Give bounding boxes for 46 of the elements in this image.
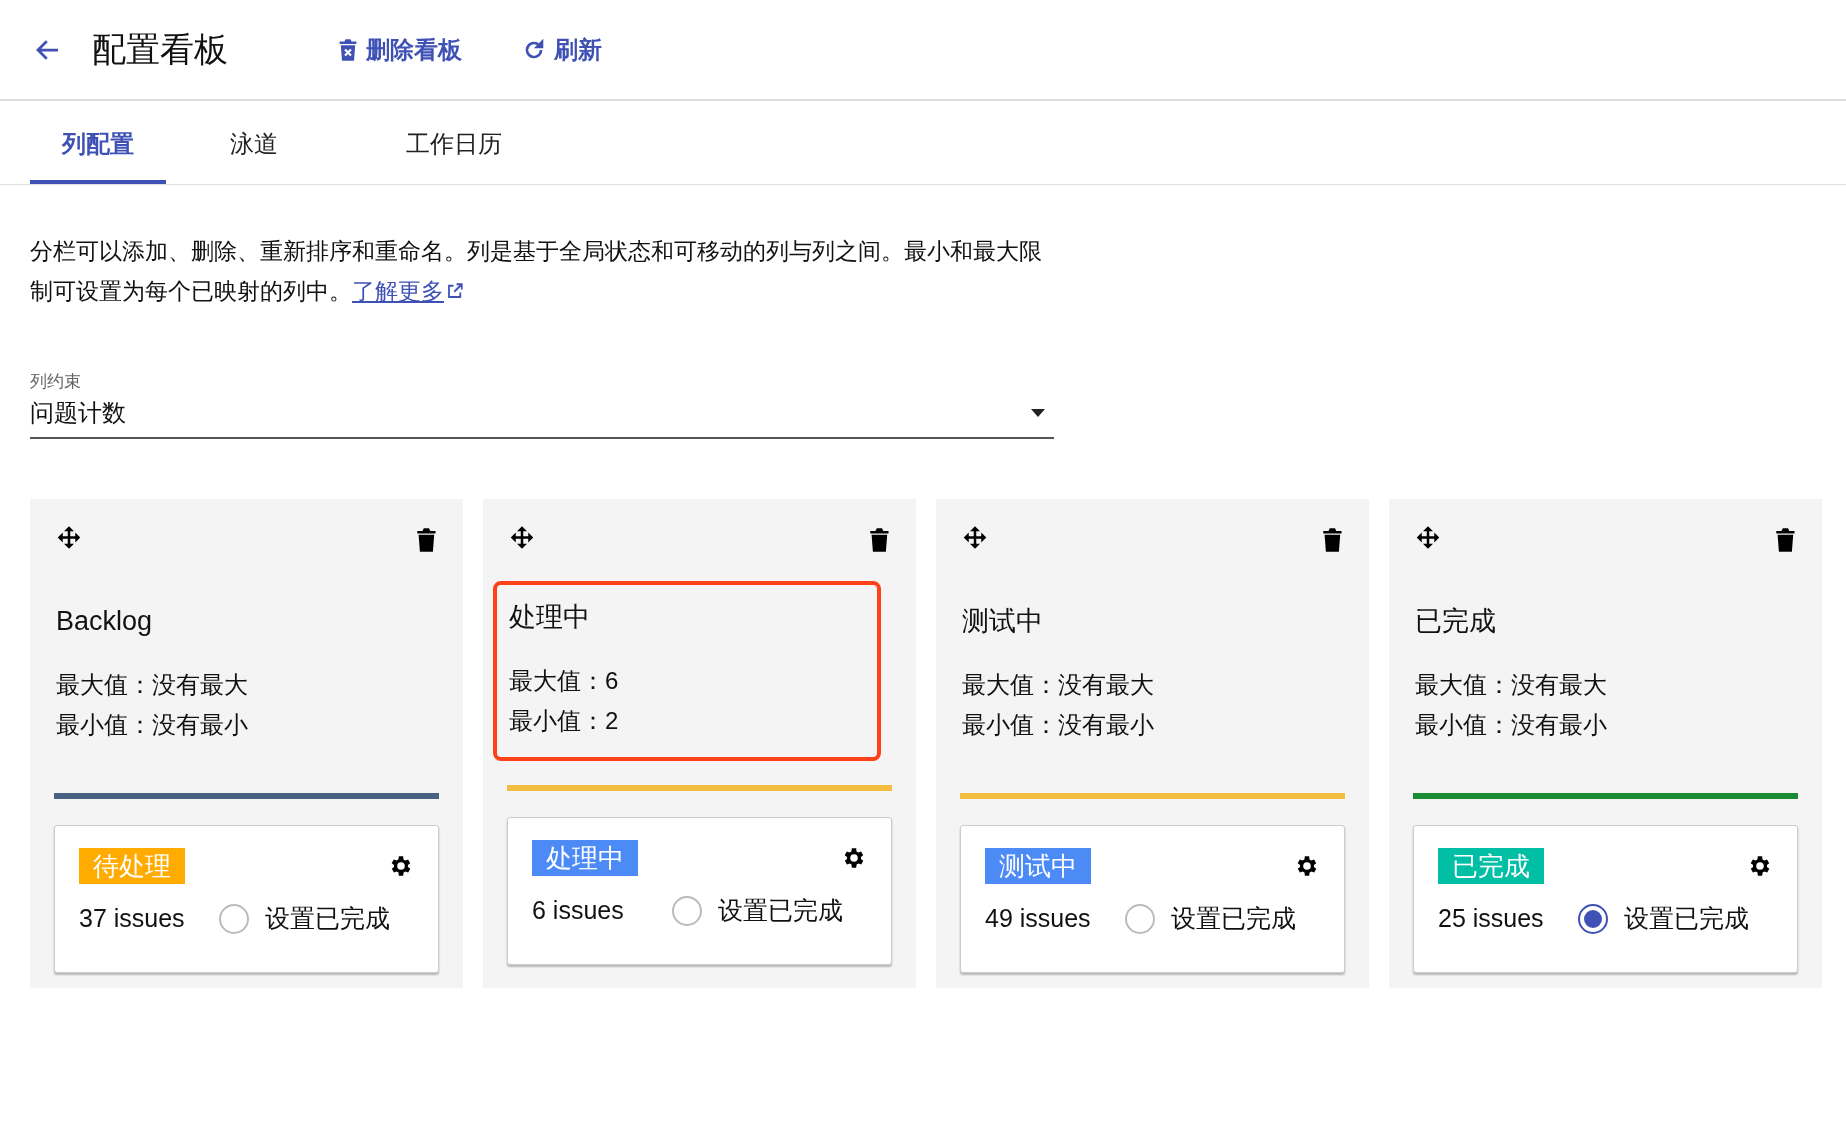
- column-constraint-select[interactable]: 列约束 问题计数: [30, 369, 1054, 439]
- refresh-button[interactable]: 刷新: [522, 31, 602, 68]
- tab[interactable]: 泳道: [166, 101, 342, 184]
- issue-count: 37 issues: [79, 903, 186, 934]
- max-limit-text: 最大值：没有最大: [1415, 670, 1608, 700]
- done-label: 设置已完成: [1171, 903, 1296, 934]
- max-limit-text: 最大值：没有最大: [56, 670, 249, 700]
- done-label: 设置已完成: [1624, 903, 1749, 934]
- done-label: 设置已完成: [265, 903, 390, 934]
- issue-count: 49 issues: [985, 903, 1092, 934]
- description-text: 分栏可以添加、删除、重新排序和重命名。列是基于全局状态和可移动的列与列之间。最小和最大限制可设置为每个已映射的列中。了解更多: [30, 231, 1060, 311]
- done-radio[interactable]: [219, 903, 249, 934]
- delete-board-button[interactable]: 删除看板: [338, 31, 462, 68]
- select-label: 列约束: [30, 371, 82, 393]
- done-radio[interactable]: [672, 895, 702, 926]
- trash-icon[interactable]: [416, 526, 437, 553]
- status-tag: 测试中: [985, 848, 1091, 884]
- learn-more-link[interactable]: 了解更多: [352, 271, 464, 311]
- min-limit-text: 最小值：没有最小: [1415, 710, 1608, 740]
- trash-icon[interactable]: [869, 526, 890, 553]
- done-label: 设置已完成: [718, 895, 843, 926]
- issue-count: 6 issues: [532, 895, 625, 926]
- trash-icon[interactable]: [1775, 526, 1796, 553]
- status-tag: 待处理: [79, 848, 185, 884]
- max-limit-text: 最大值：6: [509, 666, 620, 696]
- status-tag: 处理中: [532, 840, 638, 876]
- page-title: 配置看板: [92, 29, 228, 70]
- dropdown-caret-icon: [1030, 407, 1046, 418]
- select-value: 问题计数: [30, 397, 126, 428]
- column-title: 处理中: [509, 600, 591, 634]
- min-limit-text: 最小值：没有最小: [962, 710, 1155, 740]
- min-limit-text: 最小值：2: [509, 706, 620, 736]
- issue-count: 25 issues: [1438, 903, 1545, 934]
- trash-icon: [338, 37, 358, 62]
- external-link-icon: [446, 282, 464, 300]
- trash-icon[interactable]: [1322, 526, 1343, 553]
- tab[interactable]: 列配置: [30, 101, 166, 184]
- tab[interactable]: 工作日历: [342, 101, 566, 184]
- status-tag: 已完成: [1438, 848, 1544, 884]
- done-radio[interactable]: [1578, 903, 1608, 934]
- max-limit-text: 最大值：没有最大: [962, 670, 1155, 700]
- column-title: 测试中: [962, 604, 1044, 638]
- column-title: Backlog: [56, 604, 154, 638]
- min-limit-text: 最小值：没有最小: [56, 710, 249, 740]
- column-title: 已完成: [1415, 604, 1497, 638]
- done-radio[interactable]: [1125, 903, 1155, 934]
